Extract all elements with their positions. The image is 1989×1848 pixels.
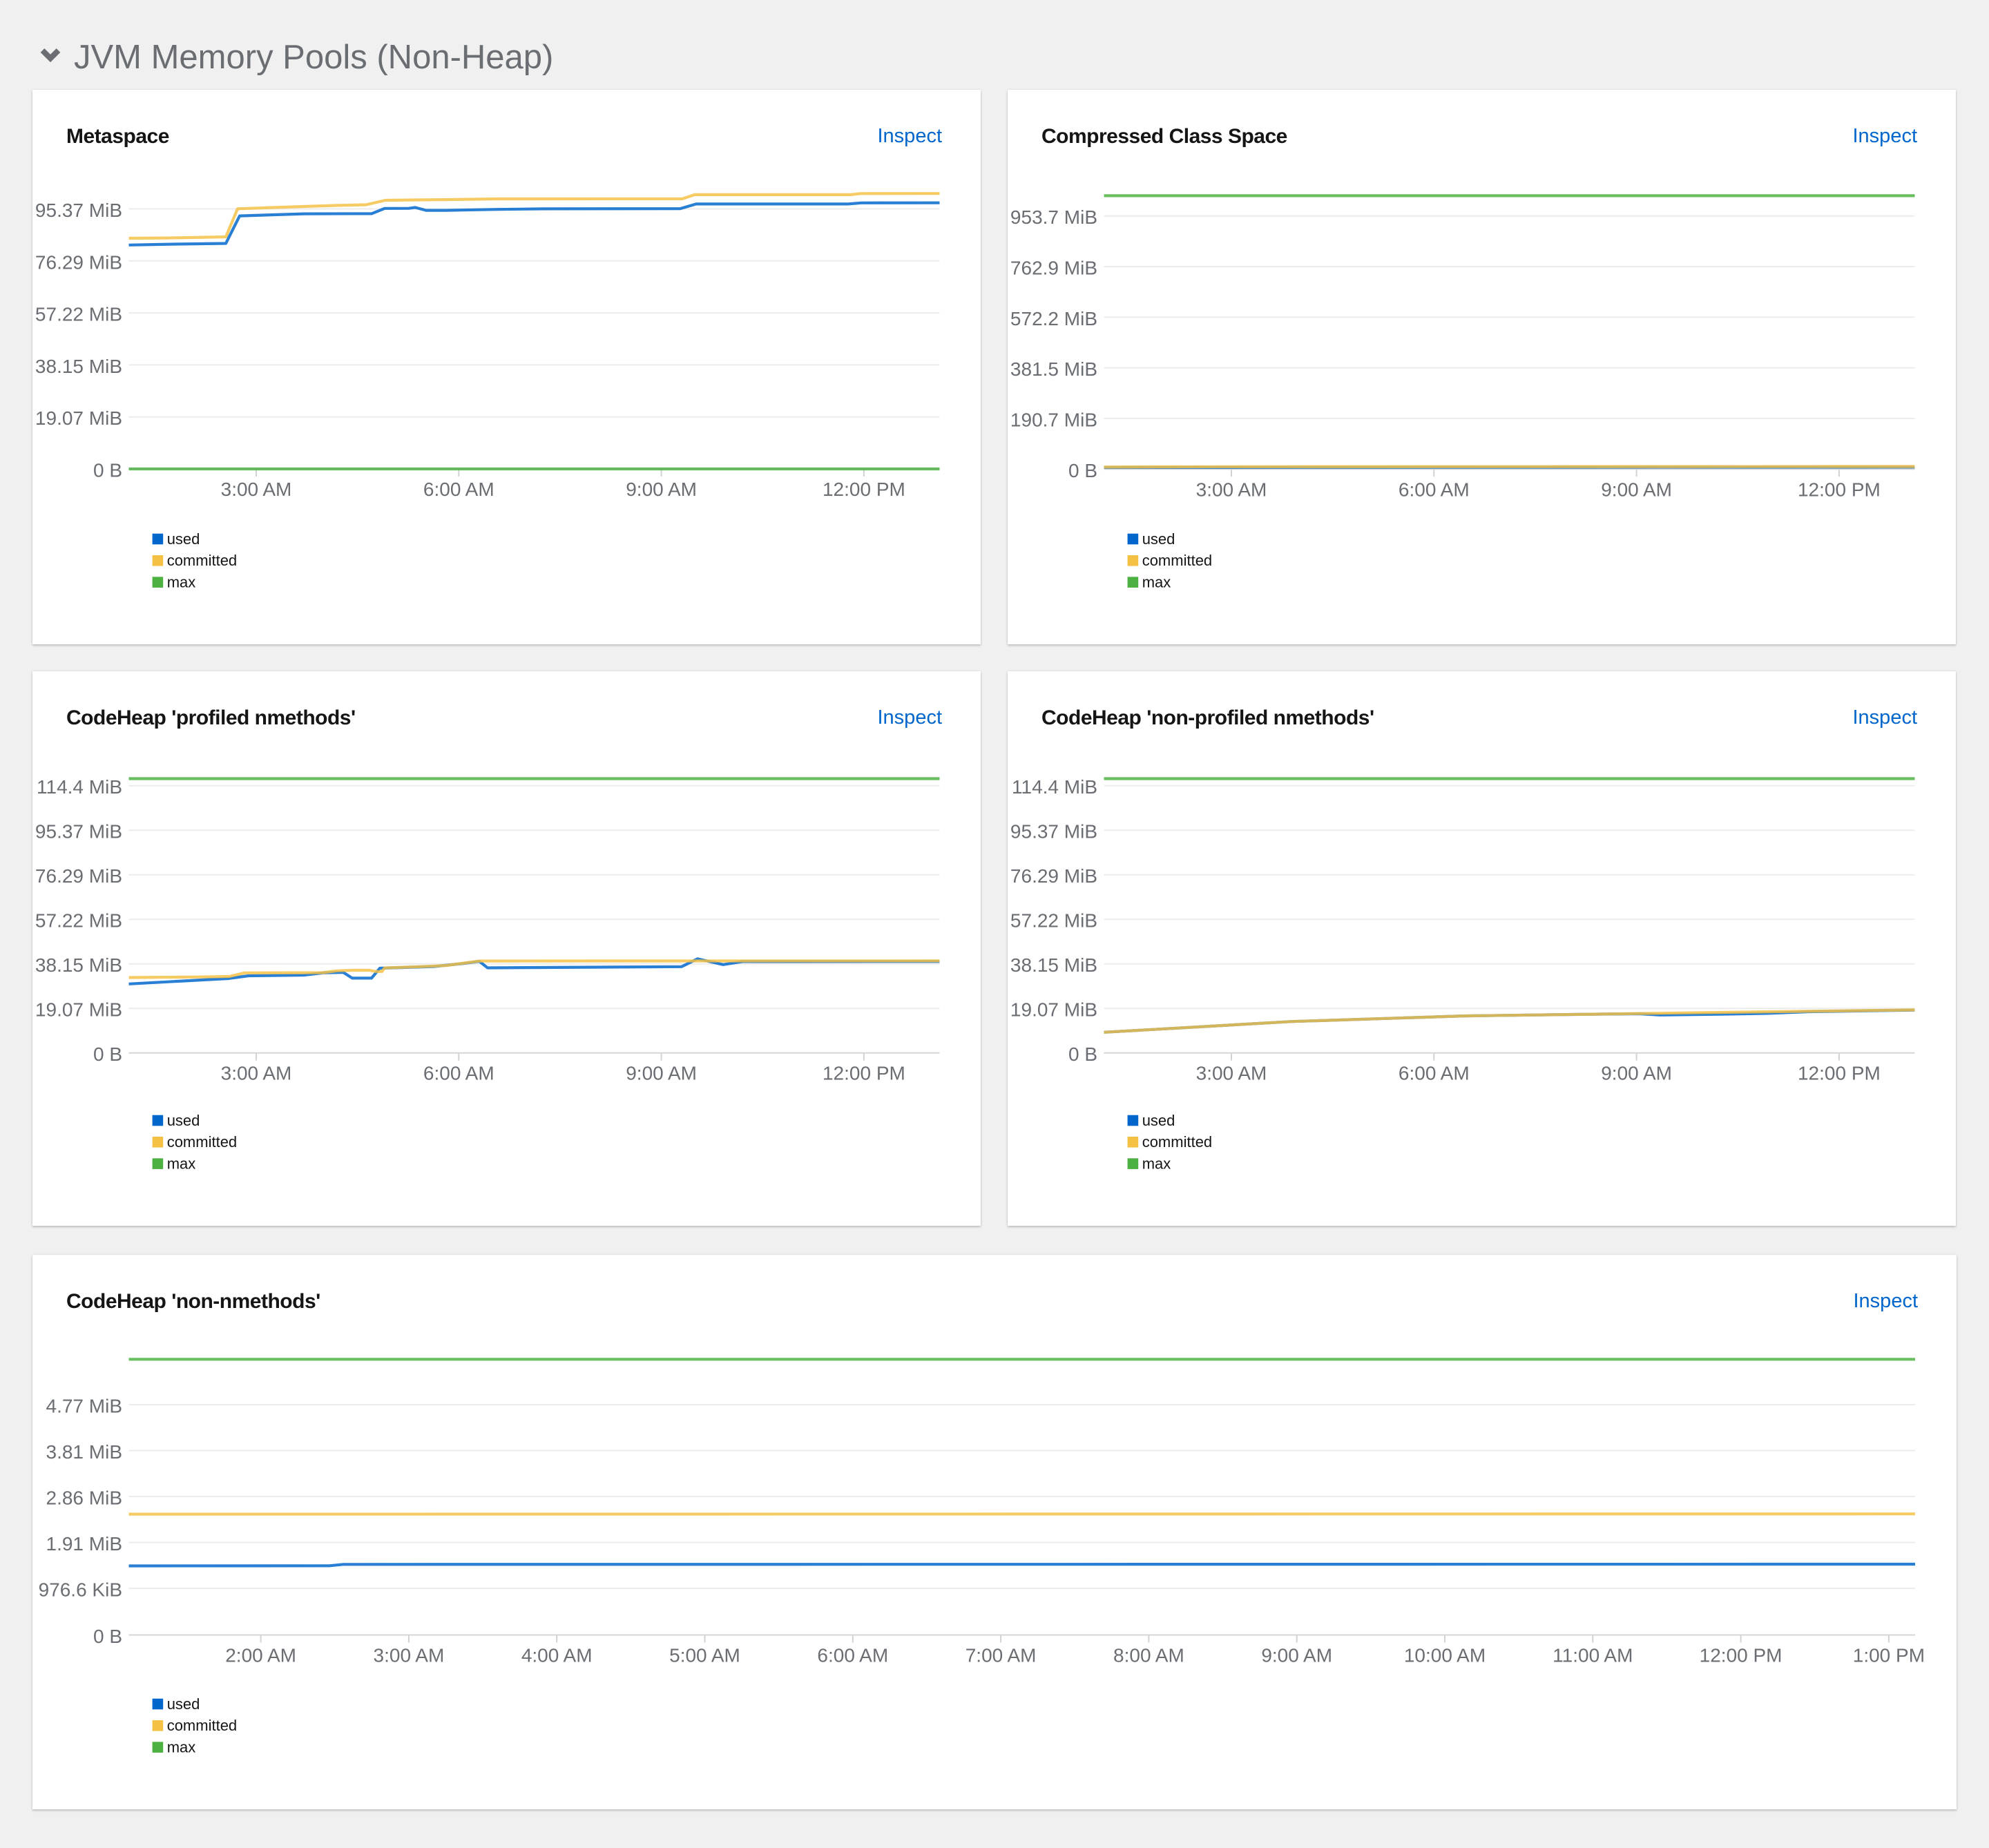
svg-text:57.22 MiB: 57.22 MiB — [35, 304, 122, 325]
svg-text:76.29 MiB: 76.29 MiB — [1010, 865, 1097, 887]
svg-text:used: used — [167, 1112, 200, 1129]
svg-text:committed: committed — [1142, 552, 1212, 569]
svg-text:9:00 AM: 9:00 AM — [1601, 1063, 1672, 1084]
svg-text:1.91 MiB: 1.91 MiB — [46, 1533, 123, 1555]
svg-text:2:00 AM: 2:00 AM — [225, 1645, 296, 1666]
svg-text:max: max — [167, 1155, 196, 1173]
svg-text:3:00 AM: 3:00 AM — [374, 1645, 445, 1666]
svg-text:5:00 AM: 5:00 AM — [669, 1645, 740, 1666]
svg-text:0 B: 0 B — [93, 1626, 122, 1647]
svg-text:0 B: 0 B — [1068, 1043, 1097, 1065]
svg-text:38.15 MiB: 38.15 MiB — [35, 954, 122, 976]
svg-text:57.22 MiB: 57.22 MiB — [1010, 910, 1097, 932]
svg-text:12:00 PM: 12:00 PM — [823, 1063, 905, 1084]
svg-text:762.9 MiB: 762.9 MiB — [1010, 258, 1097, 279]
svg-text:1:00 PM: 1:00 PM — [1853, 1645, 1925, 1666]
svg-text:max: max — [1142, 1155, 1171, 1173]
svg-text:used: used — [167, 1695, 200, 1713]
svg-text:6:00 AM: 6:00 AM — [423, 1063, 494, 1084]
svg-text:76.29 MiB: 76.29 MiB — [35, 865, 122, 887]
svg-text:114.4 MiB: 114.4 MiB — [1012, 776, 1097, 798]
svg-text:12:00 PM: 12:00 PM — [1700, 1645, 1783, 1666]
svg-text:0 B: 0 B — [93, 1043, 122, 1065]
svg-text:9:00 AM: 9:00 AM — [1261, 1645, 1332, 1666]
svg-text:9:00 AM: 9:00 AM — [626, 1063, 697, 1084]
svg-text:used: used — [1142, 1112, 1175, 1129]
svg-text:0 B: 0 B — [1068, 460, 1097, 481]
svg-text:committed: committed — [167, 552, 237, 569]
svg-text:3.81 MiB: 3.81 MiB — [46, 1441, 123, 1463]
svg-text:95.37 MiB: 95.37 MiB — [35, 200, 122, 221]
svg-text:3:00 AM: 3:00 AM — [1196, 479, 1267, 500]
svg-text:2.86 MiB: 2.86 MiB — [46, 1488, 123, 1509]
svg-text:0 B: 0 B — [93, 460, 122, 481]
svg-text:381.5 MiB: 381.5 MiB — [1010, 358, 1097, 380]
svg-text:9:00 AM: 9:00 AM — [626, 479, 697, 500]
svg-text:committed: committed — [167, 1133, 237, 1151]
svg-text:9:00 AM: 9:00 AM — [1601, 479, 1672, 500]
svg-text:4.77 MiB: 4.77 MiB — [46, 1396, 123, 1417]
svg-text:19.07 MiB: 19.07 MiB — [35, 999, 122, 1021]
svg-text:6:00 AM: 6:00 AM — [423, 479, 494, 500]
svg-text:11:00 AM: 11:00 AM — [1553, 1645, 1633, 1666]
svg-text:38.15 MiB: 38.15 MiB — [1010, 954, 1097, 976]
svg-text:19.07 MiB: 19.07 MiB — [35, 407, 122, 429]
svg-text:12:00 PM: 12:00 PM — [823, 479, 905, 500]
svg-text:6:00 AM: 6:00 AM — [817, 1645, 888, 1666]
svg-text:6:00 AM: 6:00 AM — [1399, 1063, 1470, 1084]
svg-text:10:00 AM: 10:00 AM — [1404, 1645, 1486, 1666]
svg-text:max: max — [167, 574, 196, 591]
svg-text:committed: committed — [167, 1717, 237, 1734]
svg-text:976.6 KiB: 976.6 KiB — [39, 1579, 122, 1601]
svg-text:3:00 AM: 3:00 AM — [221, 479, 292, 500]
svg-text:95.37 MiB: 95.37 MiB — [35, 821, 122, 843]
svg-text:max: max — [1142, 574, 1171, 591]
svg-text:max: max — [167, 1739, 196, 1756]
svg-text:3:00 AM: 3:00 AM — [1196, 1063, 1267, 1084]
svg-text:57.22 MiB: 57.22 MiB — [35, 910, 122, 932]
svg-text:572.2 MiB: 572.2 MiB — [1010, 308, 1097, 329]
svg-text:used: used — [1142, 530, 1175, 548]
svg-text:19.07 MiB: 19.07 MiB — [1010, 999, 1097, 1021]
svg-text:7:00 AM: 7:00 AM — [965, 1645, 1037, 1666]
svg-text:38.15 MiB: 38.15 MiB — [35, 356, 122, 377]
svg-text:used: used — [167, 530, 200, 548]
svg-text:95.37 MiB: 95.37 MiB — [1010, 821, 1097, 843]
svg-text:3:00 AM: 3:00 AM — [221, 1063, 292, 1084]
svg-text:12:00 PM: 12:00 PM — [1798, 479, 1881, 500]
svg-text:4:00 AM: 4:00 AM — [521, 1645, 593, 1666]
svg-text:6:00 AM: 6:00 AM — [1399, 479, 1470, 500]
svg-text:114.4 MiB: 114.4 MiB — [37, 776, 122, 798]
svg-text:12:00 PM: 12:00 PM — [1798, 1063, 1881, 1084]
svg-text:8:00 AM: 8:00 AM — [1113, 1645, 1184, 1666]
svg-text:190.7 MiB: 190.7 MiB — [1010, 409, 1097, 430]
svg-text:76.29 MiB: 76.29 MiB — [35, 251, 122, 273]
svg-text:953.7 MiB: 953.7 MiB — [1010, 206, 1097, 228]
svg-text:committed: committed — [1142, 1133, 1212, 1151]
